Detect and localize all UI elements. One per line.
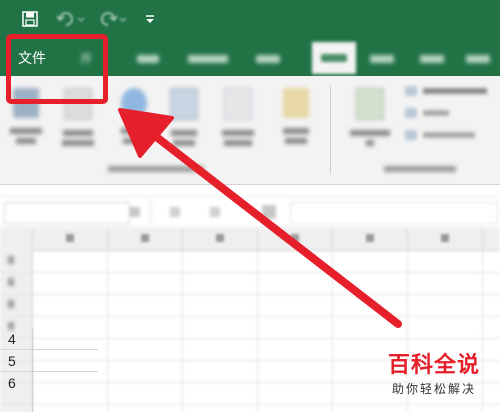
watermark-title: 百科全说 <box>387 353 480 378</box>
watermark-subtitle: 助你轻松解决 <box>391 382 476 396</box>
annotation-arrow <box>118 108 402 328</box>
watermark-logo: 百科全说 助你轻松解决 <box>372 352 496 408</box>
